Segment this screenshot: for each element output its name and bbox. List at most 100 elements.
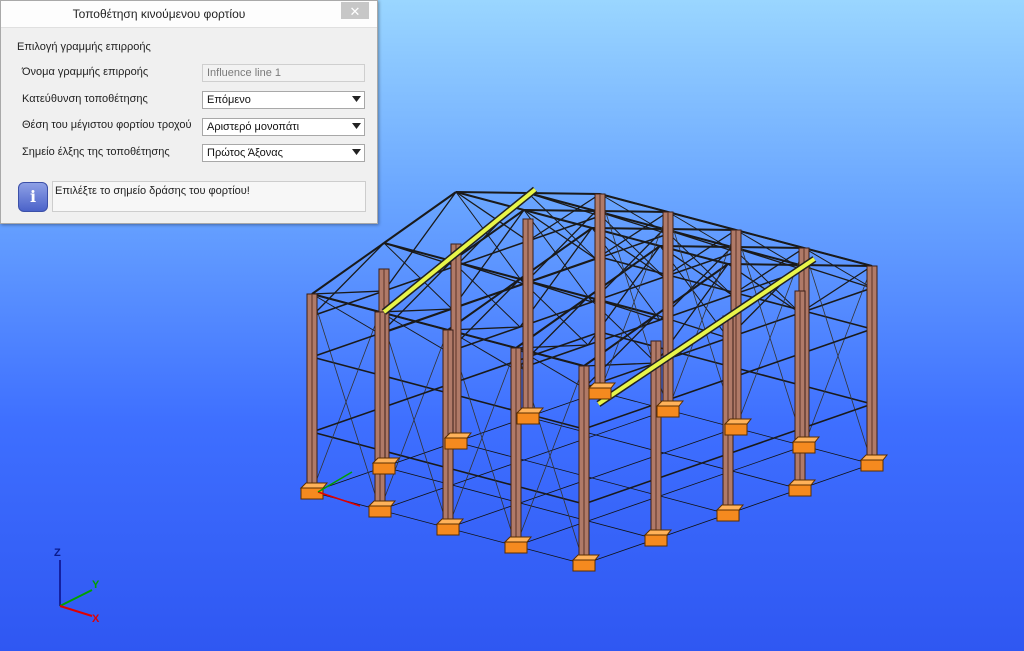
placement-direction-value: Επόμενο [207,94,251,106]
base-plate[interactable] [572,559,596,572]
roof-chord [731,246,805,249]
base-plate-top [371,457,401,464]
origin-y-axis [317,471,353,493]
x-axis-label: X [92,613,100,625]
roof-chord [527,192,601,195]
dialog-titlebar[interactable]: Τοποθέτηση κινούμενου φορτίου ✕ [1,1,377,28]
base-plate[interactable] [860,459,884,472]
base-plate-top [299,482,329,489]
close-button[interactable]: ✕ [341,2,369,19]
base-plate-top [787,479,817,486]
max-wheel-load-position-value: Αριστερό μονοπάτι [207,121,300,133]
placement-direction-label: Κατεύθυνση τοποθέτησης [22,93,148,105]
base-plate[interactable] [444,437,468,450]
base-plate-top [587,382,617,389]
chevron-down-icon [352,96,361,102]
purlin [383,242,453,262]
truss-web [799,265,873,314]
moving-load-dialog: Τοποθέτηση κινούμενου φορτίου ✕ Επιλογή … [0,0,378,224]
chevron-down-icon [352,123,361,129]
base-plate[interactable] [788,484,812,497]
influence-line-name-field: Influence line 1 [202,64,365,82]
side-girt [311,356,381,376]
placement-direction-select[interactable]: Επόμενο [202,91,365,109]
side-girt [311,431,381,451]
purlin [527,192,597,212]
roof-chord [523,209,597,212]
drag-point-select[interactable]: Πρώτος Άξονας [202,144,365,162]
base-plate[interactable] [516,412,540,425]
influence-line-name-label: Όνομα γραμμής επιρροής [22,66,149,78]
wall-bracing [311,293,381,511]
gable-girt [311,331,385,358]
purlin [523,209,593,229]
roof-chord [383,191,457,244]
base-plate[interactable] [368,505,392,518]
roof-chord [595,210,669,213]
base-plate[interactable] [372,462,396,475]
side-girt [599,193,669,213]
drag-point-value: Πρώτος Άξονας [207,147,283,159]
base-plate[interactable] [588,387,612,400]
base-plate-top [655,400,685,407]
roof-bracing [311,293,381,335]
side-girt [515,485,585,505]
base-plate[interactable] [644,534,668,547]
base-plate-top [715,504,745,511]
truss-web [311,290,385,295]
base-plate[interactable] [436,523,460,536]
base-plate-top [571,554,601,561]
y-axis-label: Y [92,579,100,591]
z-axis-label: Z [54,547,61,559]
truss-web [383,191,457,292]
bottom-chord [799,287,873,314]
origin-x-axis [317,491,361,507]
side-girt [667,211,737,231]
axis-triad: Z Y X [54,547,100,625]
truss-web [379,260,453,335]
gable-girt [311,406,385,433]
max-wheel-load-position-select[interactable]: Αριστερό μονοπάτι [202,118,365,136]
ground-line [455,441,729,515]
ground-line [527,416,801,490]
chevron-down-icon [352,149,361,155]
base-plate[interactable] [504,541,528,554]
base-plate-top [367,500,397,507]
base-plate-top [503,536,533,543]
max-wheel-load-position-label: Θέση του μέγιστου φορτίου τροχού [22,119,192,131]
side-girt [803,385,873,405]
wall-bracing [803,247,873,465]
close-icon: ✕ [349,4,361,19]
base-plate[interactable] [300,487,324,500]
side-girt [379,374,449,394]
side-girt [803,310,873,330]
roof-bracing [379,311,449,353]
base-plate[interactable] [792,441,816,454]
info-icon: i [18,182,48,212]
base-plate-top [791,436,821,443]
side-girt [447,467,517,487]
base-plate[interactable] [716,509,740,522]
side-girt [735,367,805,387]
base-plate-top [723,418,753,425]
info-message: Επιλέξτε το σημείο δράσης του φορτίου! [52,181,366,212]
base-plate[interactable] [724,423,748,436]
roof-chord [455,191,529,194]
base-plate-top [515,407,545,414]
truss-web [311,242,385,317]
gable-girt [655,453,729,480]
roof-bracing [803,247,873,289]
wall-bracing [379,311,449,529]
base-plate[interactable] [656,405,680,418]
group-label: Επιλογή γραμμής επιρροής [17,41,151,53]
base-plate-top [443,432,473,439]
purlin [451,260,521,280]
base-plate-top [435,518,465,525]
gable-girt [583,478,657,505]
side-girt [735,229,805,249]
gable-girt [455,281,529,308]
base-plate-top [643,529,673,536]
roof-chord [663,228,737,231]
gable-girt [799,403,873,430]
base-plate-top [859,454,889,461]
